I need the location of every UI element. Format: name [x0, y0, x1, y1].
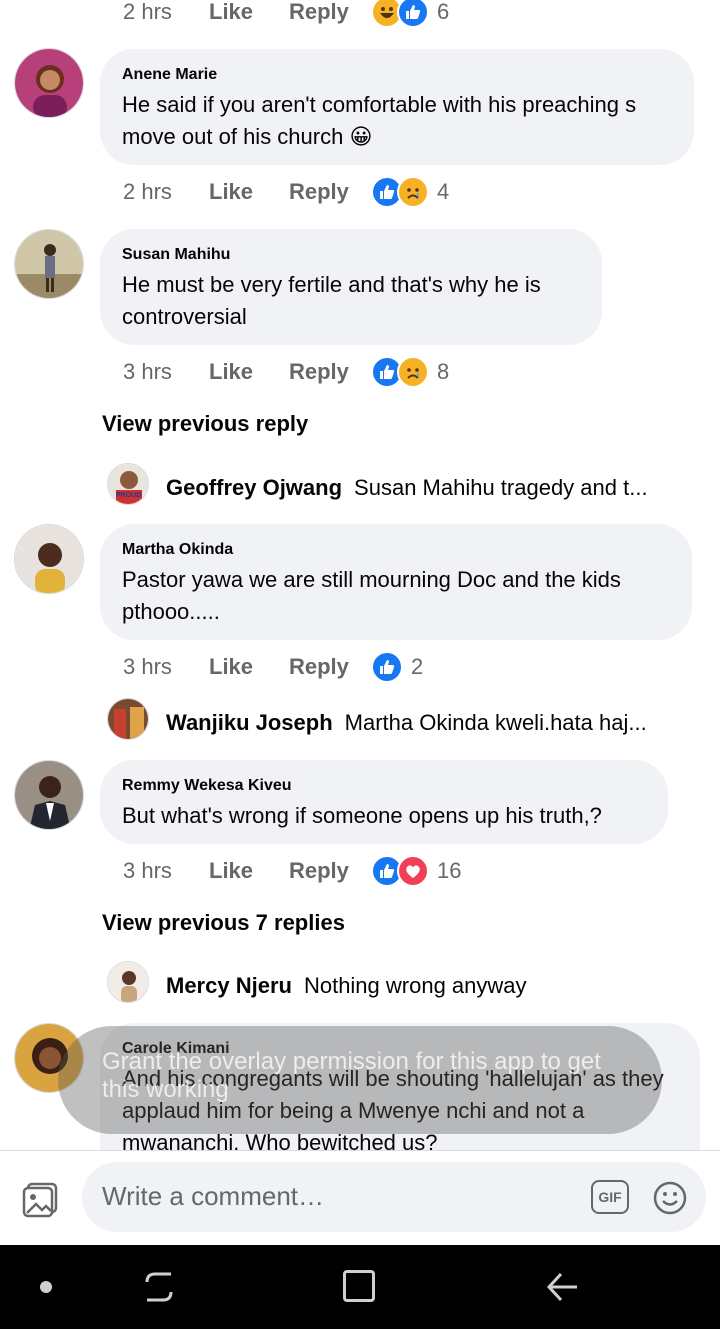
comment-meta: 3 hrs Like Reply 16 [123, 851, 461, 891]
reply-button[interactable]: Reply [289, 179, 371, 205]
recents-icon[interactable] [143, 1270, 175, 1309]
reply-author[interactable]: Mercy Njeru [166, 973, 292, 999]
like-button[interactable]: Like [209, 0, 289, 25]
comment-bubble[interactable]: Remmy Wekesa Kiveu But what's wrong if s… [100, 760, 668, 844]
comment-author[interactable]: Anene Marie [122, 65, 672, 85]
like-button[interactable]: Like [209, 179, 289, 205]
emoji-icon[interactable] [652, 1180, 688, 1216]
comment-author[interactable]: Remmy Wekesa Kiveu [122, 776, 646, 796]
reply-text: Nothing wrong anyway [303, 973, 527, 998]
comment-bubble[interactable]: Anene Marie He said if you aren't comfor… [100, 49, 694, 165]
like-button[interactable]: Like [209, 858, 289, 884]
view-previous-replies-link[interactable]: View previous reply [102, 411, 308, 437]
toast-message: Grant the overlay permission for this ap… [102, 1048, 601, 1103]
comment-bubble[interactable]: Martha Okinda Pastor yawa we are still m… [100, 524, 692, 640]
reaction-summary[interactable]: 6 [371, 0, 449, 28]
sad-reaction-icon [397, 176, 429, 208]
dot-icon[interactable] [40, 1281, 52, 1293]
comment-text: But what's wrong if someone opens up his… [122, 803, 602, 828]
comment-author[interactable]: Susan Mahihu [122, 245, 580, 265]
reply-text: Susan Mahihu tragedy and t... [354, 475, 648, 500]
reaction-summary[interactable]: 8 [371, 356, 449, 388]
reply-preview[interactable]: Mercy Njeru Nothing wrong anyway [108, 964, 676, 1008]
like-reaction-icon [371, 651, 403, 683]
navigation-bar [0, 1245, 720, 1329]
avatar[interactable] [14, 48, 84, 118]
comment-text: He must be very fertile and that's why h… [122, 272, 541, 329]
reply-author[interactable]: Geoffrey Ojwang [166, 475, 342, 501]
reply-preview[interactable]: Geoffrey Ojwang Susan Mahihu tragedy and… [108, 466, 676, 510]
reaction-summary[interactable]: 4 [371, 176, 449, 208]
like-reaction-icon [397, 0, 429, 28]
comment-bubble[interactable]: Susan Mahihu He must be very fertile and… [100, 229, 602, 345]
reply-button[interactable]: Reply [289, 858, 371, 884]
like-button[interactable]: Like [209, 359, 289, 385]
home-icon[interactable] [343, 1270, 375, 1302]
gif-button[interactable]: GIF [591, 1180, 629, 1214]
photo-icon[interactable] [22, 1180, 60, 1218]
reply-author[interactable]: Wanjiku Joseph [166, 710, 333, 736]
reply-text: Martha Okinda kweli.hata haj... [344, 710, 647, 735]
reply-button[interactable]: Reply [289, 359, 371, 385]
comment-meta: 3 hrs Like Reply 2 [123, 647, 423, 687]
comment-author[interactable]: Martha Okinda [122, 540, 670, 560]
comment-text: Pastor yawa we are still mourning Doc an… [122, 567, 621, 624]
love-reaction-icon [397, 855, 429, 887]
comment-text: He said if you aren't comfortable with h… [122, 92, 637, 149]
sad-reaction-icon [397, 356, 429, 388]
comment-input-placeholder: Write a comment… [102, 1181, 325, 1211]
avatar[interactable] [14, 524, 84, 594]
comment-meta-top: 2 hrs Like Reply 6 [123, 0, 449, 32]
reply-preview[interactable]: Wanjiku Joseph Martha Okinda kweli.hata … [108, 701, 676, 745]
reaction-summary[interactable]: 2 [371, 651, 423, 683]
comment-meta: 2 hrs Like Reply 4 [123, 172, 449, 212]
view-previous-replies-link[interactable]: View previous 7 replies [102, 910, 345, 936]
avatar[interactable] [14, 760, 84, 830]
like-button[interactable]: Like [209, 654, 289, 680]
back-icon[interactable] [545, 1270, 579, 1309]
avatar[interactable] [14, 229, 84, 299]
reaction-summary[interactable]: 16 [371, 855, 461, 887]
comment-meta: 3 hrs Like Reply 8 [123, 352, 449, 392]
reply-button[interactable]: Reply [289, 0, 371, 25]
reply-button[interactable]: Reply [289, 654, 371, 680]
